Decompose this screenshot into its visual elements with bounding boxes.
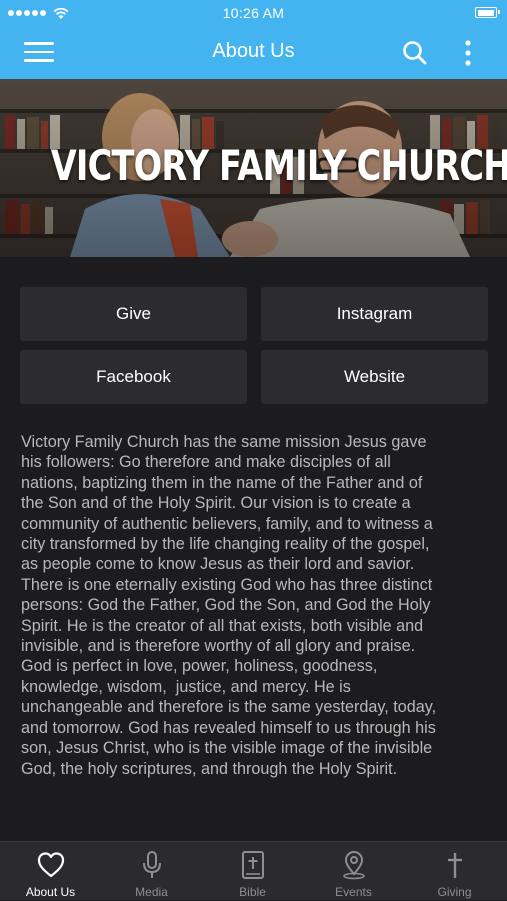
status-time: 10:26 AM [222, 5, 285, 21]
cross-icon [447, 853, 462, 878]
status-bar: 10:26 AM [0, 0, 507, 26]
battery-icon [475, 7, 500, 18]
hero-banner: VICTORY FAMILY CHURCH [0, 79, 507, 257]
tab-label: About Us [25, 885, 76, 899]
tab-media[interactable]: Media [101, 842, 202, 901]
about-description: Victory Family Church has the same missi… [21, 433, 437, 778]
page-title: About Us [212, 40, 295, 62]
action-buttons: Give Instagram Facebook Website [20, 287, 488, 405]
heart-icon [37, 852, 64, 878]
tab-label: Bible [239, 885, 266, 899]
microphone-icon [142, 851, 161, 878]
hero-title: VICTORY FAMILY CHURCH [50, 141, 507, 190]
give-button[interactable]: Give [20, 287, 247, 341]
facebook-button[interactable]: Facebook [20, 350, 247, 404]
more-vertical-icon[interactable] [458, 38, 478, 68]
tab-bar: About Us Media Bible Events Giving [0, 841, 507, 900]
instagram-button[interactable]: Instagram [261, 287, 488, 341]
tab-giving[interactable]: Giving [404, 842, 505, 901]
bible-icon [241, 851, 264, 879]
nav-bar: About Us [0, 26, 507, 79]
search-icon[interactable] [401, 39, 429, 67]
tab-label: Events [335, 885, 372, 899]
tab-label: Media [135, 885, 168, 899]
website-button[interactable]: Website [261, 350, 488, 404]
tab-events[interactable]: Events [303, 842, 404, 901]
tab-bible[interactable]: Bible [202, 842, 303, 901]
tab-about-us[interactable]: About Us [0, 842, 101, 901]
tab-label: Giving [437, 885, 472, 899]
location-pin-icon [342, 851, 365, 880]
